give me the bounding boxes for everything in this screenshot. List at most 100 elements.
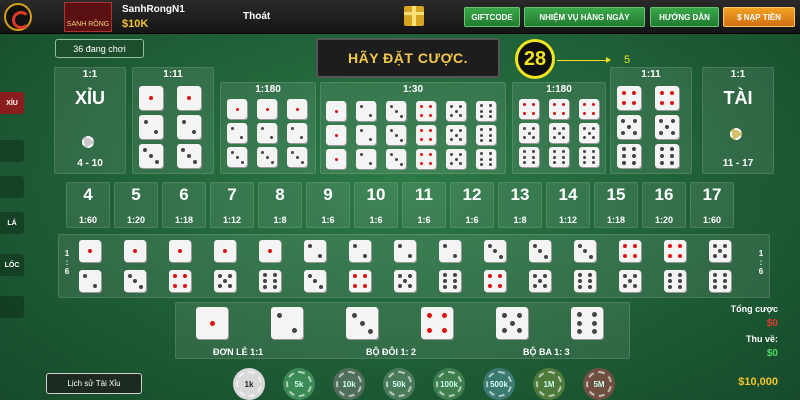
die-pip [459, 152, 463, 156]
die-pip [397, 273, 402, 278]
die-pip [488, 133, 492, 137]
die-pip [670, 154, 675, 158]
die-pip [502, 313, 508, 319]
left-tab-la[interactable]: LÁ [0, 212, 24, 234]
die-pip [368, 113, 372, 117]
die-face-3-icon [386, 101, 406, 121]
die-face-5-icon [619, 270, 641, 292]
left-tab-xiu[interactable]: XỈU [0, 92, 24, 114]
bet-sum-6[interactable]: 6 1:18 [162, 182, 206, 228]
history-button[interactable]: Lịch sử Tài Xỉu [46, 373, 142, 394]
bet-sum-7[interactable]: 7 1:12 [210, 182, 254, 228]
double-label: BỘ ĐÔI 1: 2 [366, 347, 417, 357]
giftcode-button[interactable]: GIFTCODE [464, 7, 520, 27]
bet-sum-11[interactable]: 11 1:6 [402, 182, 446, 228]
die-pip [577, 311, 583, 317]
bet-sum-9[interactable]: 9 1:6 [306, 182, 350, 228]
die-face-5-icon [446, 101, 466, 121]
die-pip [230, 150, 234, 154]
die-pip [531, 111, 535, 115]
die-pip [272, 272, 277, 277]
bet-double-left[interactable]: 1:11 [132, 67, 214, 174]
die-pip [552, 136, 556, 140]
die-face-1-icon [177, 86, 201, 110]
chip-5M[interactable]: 5M [583, 368, 615, 400]
die-pip [632, 253, 637, 258]
placed-chip [82, 136, 94, 148]
balance: $10K [122, 18, 149, 30]
bet-sum-12[interactable]: 12 1:6 [450, 182, 494, 228]
die-pip [443, 244, 448, 249]
chip-1M[interactable]: 1M [533, 368, 565, 400]
bet-sum-10[interactable]: 10 1:6 [354, 182, 398, 228]
die-face-6-icon [617, 144, 641, 168]
daily-mission-button[interactable]: NHIỆM VỤ HÀNG NGÀY [524, 7, 645, 27]
top-bar: SANH RỒNG SanhRongN1 $10K Thoát GIFTCODE… [0, 0, 800, 34]
die-pip [83, 274, 88, 279]
bet-sum-8[interactable]: 8 1:8 [258, 182, 302, 228]
bet-any-triple[interactable]: 1:30 [320, 82, 506, 174]
chip-50k[interactable]: 50k [383, 368, 415, 400]
die-pip [531, 149, 535, 153]
logout-button[interactable]: Thoát [243, 11, 270, 22]
die-pip [351, 312, 357, 318]
die-pip [538, 249, 542, 253]
die-pip [272, 279, 277, 283]
bet-sum-5[interactable]: 5 1:20 [114, 182, 158, 228]
die-pip [488, 103, 492, 107]
die-pip [632, 101, 637, 106]
die-face-5-icon [446, 125, 466, 145]
die-pip [178, 249, 182, 253]
die-pip [362, 253, 367, 258]
chip-500k[interactable]: 500k [483, 368, 515, 400]
bet-sum-16[interactable]: 16 1:20 [642, 182, 686, 228]
bet-sum-14[interactable]: 14 1:12 [546, 182, 590, 228]
die-pip [522, 126, 526, 130]
die-face-1-icon [214, 240, 236, 262]
bet-sum-15[interactable]: 15 1:18 [594, 182, 638, 228]
die-pip [591, 111, 595, 115]
chip-1k[interactable]: 1k [233, 368, 265, 400]
timer-subvalue: 5 [624, 54, 631, 66]
bet-double-right[interactable]: 1:11 [610, 67, 692, 174]
left-tab-loc[interactable]: LỐC [0, 254, 24, 276]
die-pip [488, 157, 492, 161]
chip-5k[interactable]: 5k [283, 368, 315, 400]
die-pip [428, 129, 432, 133]
pair-side-ratio-left: 1 : 6 [62, 249, 72, 276]
die-pip [452, 279, 457, 283]
die-pip [668, 272, 673, 277]
deposit-button[interactable]: $ NẠP TIỀN [723, 7, 795, 27]
die-pip [621, 130, 626, 135]
die-pip [420, 113, 424, 117]
avatar[interactable]: SANH RỒNG [64, 2, 112, 32]
bet-triple-right[interactable]: 1:180 [512, 82, 606, 174]
die-pip [398, 244, 403, 249]
die-pip [443, 279, 448, 283]
guide-button[interactable]: HƯỚNG DẪN [650, 7, 719, 27]
die-face-3-icon [386, 125, 406, 145]
die-face-3-icon [124, 270, 146, 292]
die-pip [138, 284, 143, 289]
left-tab-game-3[interactable] [0, 176, 24, 198]
die-pip [665, 125, 669, 129]
gift-icon[interactable] [404, 6, 424, 26]
bet-triple-left[interactable]: 1:180 [220, 82, 316, 174]
die-pip [394, 157, 398, 161]
bet-sum-17[interactable]: 17 1:60 [690, 182, 734, 228]
die-face-3-icon [346, 307, 378, 339]
die-pip [621, 119, 626, 124]
die-pip [480, 163, 484, 167]
bet-sum-13[interactable]: 13 1:8 [498, 182, 542, 228]
die-pip [270, 160, 274, 164]
bet-sum-4[interactable]: 4 1:60 [66, 182, 110, 228]
bet-tai[interactable]: 1:1 TÀI 11 - 17 [702, 67, 774, 174]
bet-xiu[interactable]: 1:1 XỈU 4 - 10 [54, 67, 126, 174]
status-banner: HÃY ĐẶT CƯỢC. [316, 38, 500, 78]
left-tab-game-2[interactable] [0, 140, 24, 162]
die-face-4-icon [579, 99, 599, 119]
sum-ratio: 1:6 [417, 215, 431, 225]
chip-100k[interactable]: 100k [433, 368, 465, 400]
chip-10k[interactable]: 10k [333, 368, 365, 400]
left-tab-game-6[interactable] [0, 296, 24, 318]
